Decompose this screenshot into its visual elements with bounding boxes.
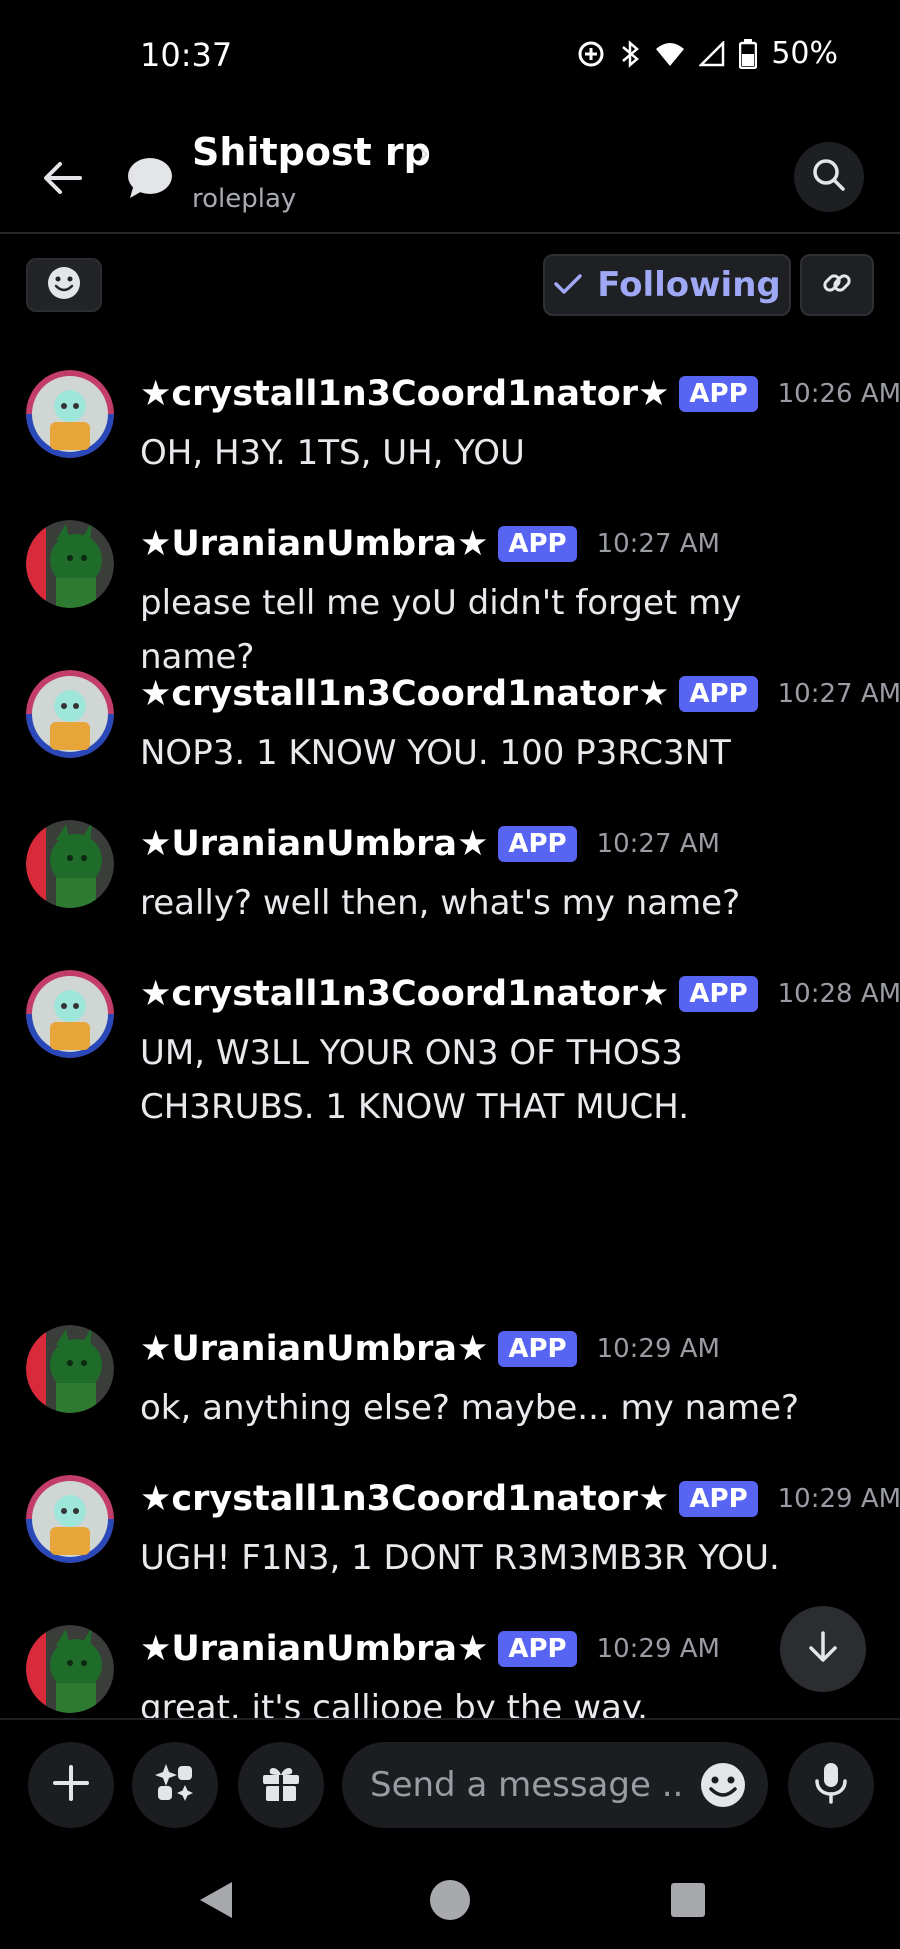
username[interactable]: ★UranianUmbra★ <box>140 524 488 564</box>
avatar[interactable] <box>26 1475 114 1563</box>
message-text: NOP3. 1 KNOW YOU. 100 P3RC3NT <box>140 733 731 773</box>
timestamp: 10:27 AM <box>596 529 720 559</box>
app-badge: APP <box>679 1481 758 1517</box>
message-header: ★crystall1n3Coord1nator★ APP 10:29 AM <box>140 1479 900 1519</box>
square-recents-icon <box>666 1883 710 1926</box>
battery-percent: 50% <box>771 36 838 71</box>
avatar[interactable] <box>26 1625 114 1713</box>
arrow-down-icon <box>805 1629 841 1669</box>
channel-subtitle: roleplay <box>192 184 297 214</box>
battery-icon <box>739 38 758 69</box>
message-text: great. it's calliope by the way. <box>140 1688 648 1718</box>
message-text: ok, anything else? maybe... my name? <box>140 1388 800 1428</box>
message-text: really? well then, what's my name? <box>140 883 741 923</box>
apps-button[interactable] <box>132 1742 218 1828</box>
bluetooth-icon <box>619 39 641 69</box>
attach-button[interactable] <box>28 1742 114 1828</box>
message-text: please tell me yoU didn't forget my name… <box>140 583 742 677</box>
apps-sparkle-icon <box>154 1762 196 1808</box>
avatar[interactable] <box>26 820 114 908</box>
system-nav-bar <box>0 1848 900 1949</box>
channel-header: Shitpost rp › roleplay <box>0 120 900 234</box>
message-input[interactable] <box>370 1765 680 1805</box>
message-text: UM, W3LL YOUR ON3 OF THOS3 CH3RUBS. 1 KN… <box>140 1033 689 1127</box>
scroll-to-bottom-button[interactable] <box>780 1606 866 1692</box>
timestamp: 10:27 AM <box>596 829 720 859</box>
voice-message-button[interactable] <box>788 1742 874 1828</box>
nav-recents-button[interactable] <box>666 1878 710 1922</box>
message-composer <box>0 1718 900 1848</box>
avatar[interactable] <box>26 520 114 608</box>
data-saver-icon <box>577 40 605 68</box>
app-badge: APP <box>679 976 758 1012</box>
message-input-wrapper <box>342 1742 768 1828</box>
microphone-icon <box>813 1761 849 1809</box>
username[interactable]: ★UranianUmbra★ <box>140 1329 488 1369</box>
signal-icon <box>699 40 725 67</box>
username[interactable]: ★UranianUmbra★ <box>140 1629 488 1669</box>
status-time: 10:37 <box>140 36 233 74</box>
following-label: Following <box>597 265 781 305</box>
status-icons: 50% <box>577 36 838 71</box>
speech-bubble-icon <box>120 150 176 206</box>
avatar[interactable] <box>26 1325 114 1413</box>
username[interactable]: ★crystall1n3Coord1nator★ <box>140 374 669 414</box>
app-badge: APP <box>498 1331 577 1367</box>
message-text: OH, H3Y. 1TS, UH, YOU <box>140 433 525 473</box>
status-bar: 10:37 50% <box>0 0 900 120</box>
timestamp: 10:29 AM <box>596 1634 720 1664</box>
back-button[interactable] <box>30 148 94 212</box>
nav-home-button[interactable] <box>428 1878 472 1922</box>
message-text: UGH! F1N3, 1 DONT R3M3MB3R YOU. <box>140 1538 780 1578</box>
smiley-icon <box>46 265 82 305</box>
app-badge: APP <box>679 676 758 712</box>
app-badge: APP <box>498 526 577 562</box>
timestamp: 10:26 AM <box>777 379 900 409</box>
app-badge: APP <box>498 1631 577 1667</box>
username[interactable]: ★crystall1n3Coord1nator★ <box>140 1479 669 1519</box>
copy-link-button[interactable] <box>800 254 874 316</box>
username[interactable]: ★crystall1n3Coord1nator★ <box>140 674 669 714</box>
check-icon <box>553 265 583 305</box>
search-icon <box>812 158 846 196</box>
app-badge: APP <box>498 826 577 862</box>
channel-title[interactable]: Shitpost rp <box>192 130 431 174</box>
timestamp: 10:29 AM <box>777 1484 900 1514</box>
app-badge: APP <box>679 376 758 412</box>
circle-home-icon <box>428 1880 472 1926</box>
timestamp: 10:27 AM <box>777 679 900 709</box>
avatar[interactable] <box>26 970 114 1058</box>
message-header: ★UranianUmbra★ APP 10:27 AM <box>140 524 720 564</box>
following-button[interactable]: Following <box>543 254 791 316</box>
message-header: ★UranianUmbra★ APP 10:29 AM <box>140 1329 720 1369</box>
username[interactable]: ★crystall1n3Coord1nator★ <box>140 974 669 1014</box>
wifi-icon <box>655 41 685 67</box>
plus-icon <box>51 1763 91 1807</box>
nav-back-button[interactable] <box>194 1878 238 1922</box>
gift-button[interactable] <box>238 1742 324 1828</box>
link-icon <box>821 267 853 303</box>
timestamp: 10:28 AM <box>777 979 900 1009</box>
smiley-icon <box>698 1763 748 1814</box>
reaction-button[interactable] <box>26 258 102 312</box>
timestamp: 10:29 AM <box>596 1334 720 1364</box>
gift-icon <box>260 1762 302 1808</box>
arrow-left-icon <box>42 161 82 199</box>
avatar[interactable] <box>26 670 114 758</box>
emoji-picker-button[interactable] <box>698 1760 748 1810</box>
username[interactable]: ★UranianUmbra★ <box>140 824 488 864</box>
message-header: ★crystall1n3Coord1nator★ APP 10:26 AM <box>140 374 900 414</box>
chevron-right-icon[interactable]: › <box>418 136 430 171</box>
thread-toolbar: Following <box>0 250 900 320</box>
avatar[interactable] <box>26 370 114 458</box>
search-button[interactable] <box>794 142 864 212</box>
message-list[interactable]: ★crystall1n3Coord1nator★ APP 10:26 AM OH, H… <box>0 340 900 1718</box>
message-header: ★UranianUmbra★ APP 10:27 AM <box>140 824 720 864</box>
message-header: ★crystall1n3Coord1nator★ APP 10:27 AM <box>140 674 900 714</box>
triangle-back-icon <box>194 1882 238 1926</box>
message-header: ★crystall1n3Coord1nator★ APP 10:28 AM <box>140 974 900 1014</box>
message-header: ★UranianUmbra★ APP 10:29 AM <box>140 1629 720 1669</box>
